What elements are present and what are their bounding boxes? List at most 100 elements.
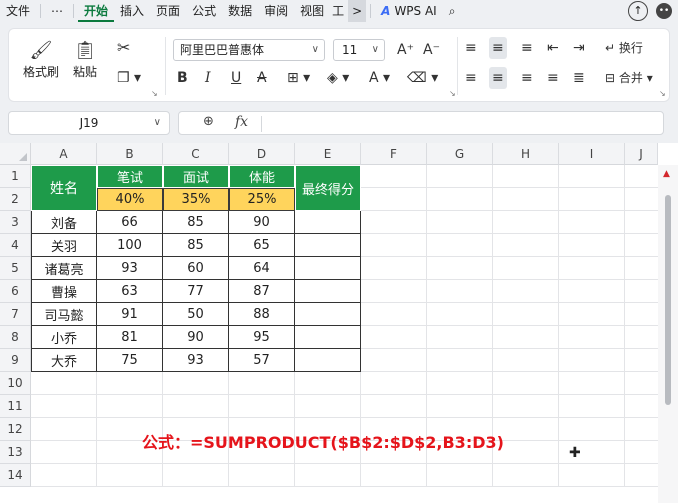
align-right-icon[interactable]: ≡ bbox=[521, 67, 533, 89]
cloud-upload-icon[interactable]: ↑ bbox=[628, 1, 648, 21]
row-header-2[interactable]: 2 bbox=[0, 188, 31, 211]
score-cell[interactable]: 64 bbox=[229, 257, 295, 280]
wps-ai-button[interactable]: A WPS AI bbox=[375, 4, 443, 18]
subject-header-cell[interactable]: 体能 bbox=[229, 165, 295, 188]
search-icon[interactable]: ⌕ bbox=[443, 0, 462, 22]
tab-data[interactable]: 数据 bbox=[222, 0, 258, 22]
name-cell[interactable]: 大乔 bbox=[31, 349, 97, 372]
final-score-cell[interactable] bbox=[295, 211, 361, 234]
menu-more[interactable]: ⋯ bbox=[45, 0, 69, 22]
vertical-scrollbar[interactable]: ▲ bbox=[658, 165, 678, 503]
row-header-7[interactable]: 7 bbox=[0, 303, 31, 326]
increase-font-button[interactable]: A⁺ bbox=[397, 39, 414, 61]
name-cell[interactable]: 关羽 bbox=[31, 234, 97, 257]
insert-function-icon[interactable]: fx bbox=[235, 114, 248, 130]
merge-button[interactable]: ⊟ 合并 ▾ bbox=[605, 67, 653, 89]
tab-page[interactable]: 页面 bbox=[150, 0, 186, 22]
score-cell[interactable]: 91 bbox=[97, 303, 163, 326]
wrap-text-button[interactable]: ↵ 换行 bbox=[605, 37, 643, 59]
increase-indent-icon[interactable]: ⇥ bbox=[573, 37, 585, 59]
score-cell[interactable]: 60 bbox=[163, 257, 229, 280]
name-cell[interactable]: 刘备 bbox=[31, 211, 97, 234]
fill-color-icon[interactable]: ◈ ▾ bbox=[327, 67, 349, 89]
score-cell[interactable]: 81 bbox=[97, 326, 163, 349]
weight-cell[interactable]: 35% bbox=[163, 188, 229, 211]
row-header-10[interactable]: 10 bbox=[0, 372, 31, 395]
column-header-e[interactable]: E bbox=[295, 143, 361, 165]
name-cell[interactable]: 司马懿 bbox=[31, 303, 97, 326]
row-header-14[interactable]: 14 bbox=[0, 464, 31, 487]
row-header-6[interactable]: 6 bbox=[0, 280, 31, 303]
column-header-d[interactable]: D bbox=[229, 143, 295, 165]
column-header-f[interactable]: F bbox=[361, 143, 427, 165]
select-all-button[interactable] bbox=[0, 143, 31, 165]
justify-icon[interactable]: ≡ bbox=[547, 67, 559, 89]
align-center-icon[interactable]: ≡ bbox=[489, 67, 507, 89]
name-cell[interactable]: 曹操 bbox=[31, 280, 97, 303]
final-score-cell[interactable] bbox=[295, 349, 361, 372]
row-header-13[interactable]: 13 bbox=[0, 441, 31, 464]
score-cell[interactable]: 77 bbox=[163, 280, 229, 303]
score-cell[interactable]: 88 bbox=[229, 303, 295, 326]
score-cell[interactable]: 85 bbox=[163, 211, 229, 234]
zoom-icon[interactable]: ⊕ bbox=[203, 114, 214, 129]
cut-icon[interactable]: ✂ bbox=[117, 37, 130, 59]
name-header-cell[interactable]: 姓名 bbox=[31, 165, 97, 211]
row-header-8[interactable]: 8 bbox=[0, 326, 31, 349]
column-header-a[interactable]: A bbox=[31, 143, 97, 165]
column-header-h[interactable]: H bbox=[493, 143, 559, 165]
score-cell[interactable]: 90 bbox=[163, 326, 229, 349]
score-cell[interactable]: 90 bbox=[229, 211, 295, 234]
paste-button[interactable]: 📋︎ 粘贴 bbox=[73, 39, 97, 80]
copy-icon[interactable]: ❐ ▾ bbox=[117, 67, 141, 89]
final-score-cell[interactable] bbox=[295, 280, 361, 303]
tabs-scroll-right-button[interactable]: > bbox=[348, 0, 367, 22]
score-cell[interactable]: 50 bbox=[163, 303, 229, 326]
italic-button[interactable]: I bbox=[205, 67, 211, 89]
bold-button[interactable]: B bbox=[177, 67, 188, 89]
row-header-11[interactable]: 11 bbox=[0, 395, 31, 418]
more-options-icon[interactable]: •• bbox=[656, 3, 672, 19]
row-header-5[interactable]: 5 bbox=[0, 257, 31, 280]
column-header-c[interactable]: C bbox=[163, 143, 229, 165]
score-cell[interactable]: 63 bbox=[97, 280, 163, 303]
column-header-i[interactable]: I bbox=[559, 143, 625, 165]
font-color-icon[interactable]: A ▾ bbox=[369, 67, 390, 89]
tab-formula[interactable]: 公式 bbox=[186, 0, 222, 22]
score-cell[interactable]: 65 bbox=[229, 234, 295, 257]
font-size-select[interactable]: 11 ∨ bbox=[333, 39, 385, 61]
name-box[interactable]: J19 ∨ bbox=[8, 111, 170, 135]
score-cell[interactable]: 85 bbox=[163, 234, 229, 257]
align-top-icon[interactable]: ≡ bbox=[465, 37, 477, 59]
scroll-up-icon[interactable]: ▲ bbox=[663, 169, 670, 179]
name-cell[interactable]: 诸葛亮 bbox=[31, 257, 97, 280]
borders-icon[interactable]: ⊞ ▾ bbox=[287, 67, 310, 89]
score-cell[interactable]: 93 bbox=[97, 257, 163, 280]
decrease-indent-icon[interactable]: ⇤ bbox=[547, 37, 559, 59]
alignment-launcher-icon[interactable]: ↘ bbox=[659, 89, 666, 98]
score-cell[interactable]: 57 bbox=[229, 349, 295, 372]
tab-tools[interactable]: 工 bbox=[330, 0, 346, 22]
score-cell[interactable]: 75 bbox=[97, 349, 163, 372]
tab-review[interactable]: 审阅 bbox=[258, 0, 294, 22]
score-cell[interactable]: 66 bbox=[97, 211, 163, 234]
tab-home[interactable]: 开始 bbox=[78, 0, 115, 22]
eraser-icon[interactable]: ⌫ ▾ bbox=[407, 67, 438, 89]
subject-header-cell[interactable]: 笔试 bbox=[97, 165, 163, 188]
weight-cell[interactable]: 40% bbox=[97, 188, 163, 211]
score-cell[interactable]: 100 bbox=[97, 234, 163, 257]
row-header-3[interactable]: 3 bbox=[0, 211, 31, 234]
align-middle-icon[interactable]: ≡ bbox=[489, 37, 507, 59]
underline-button[interactable]: U bbox=[231, 67, 241, 89]
final-score-cell[interactable] bbox=[295, 234, 361, 257]
distribute-icon[interactable]: ≣ bbox=[573, 67, 585, 89]
final-score-cell[interactable] bbox=[295, 303, 361, 326]
align-left-icon[interactable]: ≡ bbox=[465, 67, 477, 89]
tab-insert[interactable]: 插入 bbox=[114, 0, 150, 22]
final-score-cell[interactable] bbox=[295, 326, 361, 349]
final-score-cell[interactable] bbox=[295, 257, 361, 280]
row-header-1[interactable]: 1 bbox=[0, 165, 31, 188]
tab-view[interactable]: 视图 bbox=[294, 0, 330, 22]
scrollbar-thumb[interactable] bbox=[665, 195, 671, 405]
weight-cell[interactable]: 25% bbox=[229, 188, 295, 211]
